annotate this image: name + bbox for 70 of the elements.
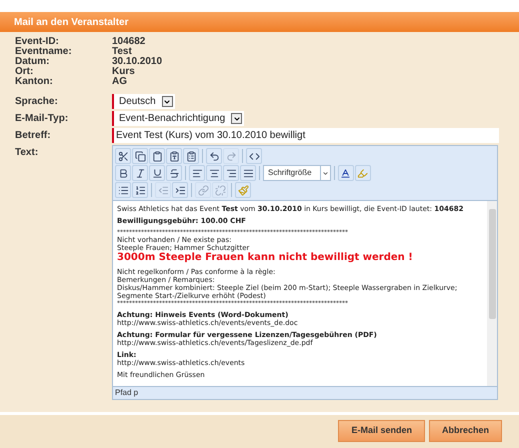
caret-icon: [232, 114, 241, 122]
justify-icon: [242, 168, 254, 178]
dialog-title: Mail an den Veranstalter: [14, 16, 128, 30]
unlink-icon: [214, 184, 226, 196]
info-value: 104682: [112, 37, 146, 47]
dialog-button[interactable]: Abbrechen: [428, 420, 502, 442]
info-value: Test: [112, 47, 132, 57]
align-center-icon: [208, 168, 220, 178]
info-label: Eventname:: [15, 47, 73, 57]
info-label: Kanton:: [15, 77, 54, 87]
outdent-icon: [158, 184, 168, 196]
info-label: Event-ID:: [15, 37, 60, 47]
toolbar-button[interactable]: [132, 165, 148, 181]
strikethrough-icon: [168, 168, 180, 178]
font-color-icon: [340, 168, 352, 178]
italic-icon: [134, 168, 146, 178]
select-field[interactable]: Deutsch: [112, 94, 175, 109]
info-value: Kurs: [112, 67, 135, 77]
undo-icon: [208, 150, 220, 162]
toolbar-button[interactable]: [115, 165, 131, 181]
toolbar-button[interactable]: [115, 182, 131, 198]
info-label: Datum:: [15, 57, 50, 67]
toolbar-button[interactable]: [166, 148, 182, 164]
select-field[interactable]: Event-Benachrichtigung: [112, 111, 244, 126]
caret-icon: [163, 98, 172, 106]
toolbar-button[interactable]: [189, 165, 205, 181]
warning-text: 3000m Steeple Frauen kann nicht bewilligt werden !: [117, 252, 414, 264]
toolbar-button[interactable]: [240, 165, 256, 181]
toolbar-button[interactable]: [132, 182, 148, 198]
toolbar-button[interactable]: [166, 165, 182, 181]
toolbar-button[interactable]: [183, 148, 199, 164]
toolbar-button[interactable]: [223, 165, 239, 181]
info-value: AG: [112, 77, 127, 87]
brush-icon: [238, 184, 248, 196]
scissors-icon: [118, 150, 128, 162]
code-icon: [248, 150, 260, 162]
copy-icon: [134, 150, 146, 162]
field-label: Sprache:: [15, 95, 59, 109]
toolbar-button[interactable]: [115, 148, 131, 164]
toolbar-button[interactable]: [206, 165, 222, 181]
scrollbar[interactable]: [487, 201, 497, 386]
toolbar-button[interactable]: [338, 165, 354, 181]
field-label: E-Mail-Typ:: [15, 112, 70, 126]
link-icon: [198, 184, 208, 196]
toolbar-button[interactable]: [246, 148, 262, 164]
underline-icon: [152, 168, 162, 178]
redo-icon: [226, 150, 236, 162]
paste-document-icon: [186, 150, 196, 162]
path-text: Pfad p: [115, 387, 138, 399]
info-value: 30.10.2010: [112, 57, 162, 67]
info-label: Ort:: [15, 67, 34, 77]
align-right-icon: [226, 168, 236, 178]
indent-icon: [174, 184, 186, 196]
dialog-button[interactable]: E-Mail senden: [338, 420, 425, 442]
toolbar-button[interactable]: [149, 148, 165, 164]
toolbar-button[interactable]: [132, 148, 148, 164]
numbered-list-icon: [134, 184, 146, 196]
highlighter-icon: [357, 168, 368, 178]
toolbar-button[interactable]: [149, 165, 165, 181]
paste-text-icon: [168, 150, 180, 162]
align-left-icon: [192, 168, 202, 178]
font-size-select[interactable]: Schriftgröße: [263, 165, 331, 181]
field-label: Text:: [15, 146, 40, 160]
field-label: Betreff:: [15, 129, 52, 143]
toolbar-button[interactable]: [206, 148, 222, 164]
subject-input[interactable]: Event Test (Kurs) vom 30.10.2010 bewilligt: [112, 128, 499, 143]
toolbar-button[interactable]: [172, 182, 188, 198]
caret-icon: [322, 170, 329, 176]
paste-icon: [152, 150, 162, 162]
bold-icon: [118, 168, 128, 178]
